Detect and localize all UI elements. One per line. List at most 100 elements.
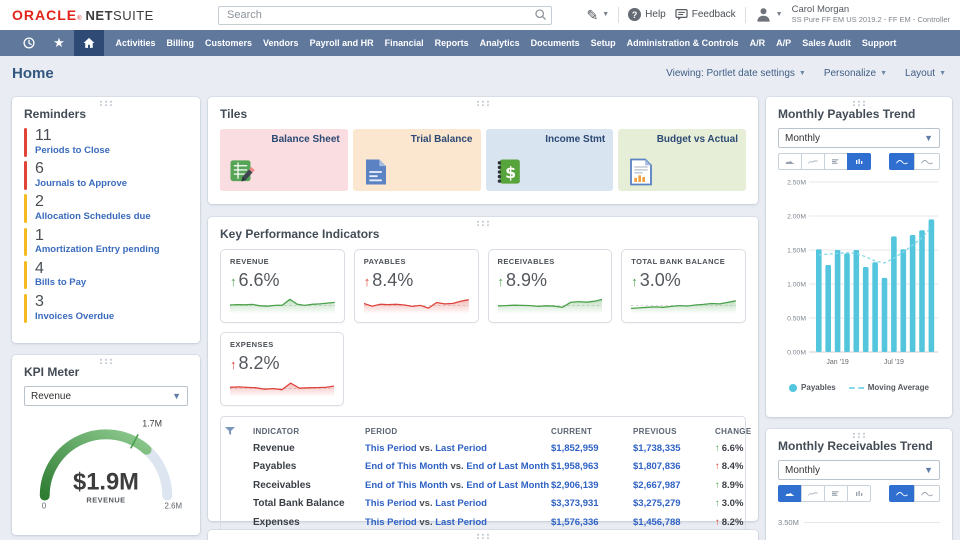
chart-type-area-button[interactable] bbox=[778, 153, 802, 170]
reminder-label[interactable]: Amortization Entry pending bbox=[35, 244, 160, 256]
chart-type-hbar-button[interactable] bbox=[824, 485, 848, 502]
column-header-previous[interactable]: PREVIOUS bbox=[633, 427, 715, 436]
chart-type-line-button[interactable] bbox=[801, 153, 825, 170]
recent-records-button[interactable] bbox=[14, 30, 44, 56]
create-new-menu[interactable]: ✎ ▼ bbox=[587, 8, 610, 22]
period-cell[interactable]: This Period vs. Last Period bbox=[365, 517, 551, 528]
tile-trial-balance[interactable]: Trial Balance bbox=[352, 129, 481, 191]
shortcuts-button[interactable]: ★ bbox=[44, 30, 74, 56]
column-header-indicator[interactable]: INDICATOR bbox=[253, 427, 365, 436]
current-cell[interactable]: $1,852,959 bbox=[551, 443, 633, 454]
reminder-item-periods-to-close[interactable]: 11 Periods to Close bbox=[24, 127, 188, 157]
nav-item-financial[interactable]: Financial bbox=[379, 30, 429, 56]
feedback-button[interactable]: Feedback bbox=[675, 8, 736, 21]
chart-type-vbar-button[interactable] bbox=[847, 485, 871, 502]
reminder-item-journals-to-approve[interactable]: 6 Journals to Approve bbox=[24, 160, 188, 190]
chart-type-area-button[interactable] bbox=[778, 485, 802, 502]
search-input[interactable] bbox=[218, 5, 552, 25]
drag-handle[interactable] bbox=[851, 432, 867, 438]
search-icon[interactable] bbox=[534, 8, 547, 21]
reminder-label[interactable]: Invoices Overdue bbox=[35, 311, 114, 323]
viewing-portlet-date-settings-menu[interactable]: Viewing: Portlet date settings ▼ bbox=[666, 68, 806, 79]
nav-item-activities[interactable]: Activities bbox=[110, 30, 161, 56]
payables-bar[interactable] bbox=[900, 249, 907, 352]
nav-item-a-r[interactable]: A/R bbox=[744, 30, 771, 56]
current-cell[interactable]: $1,958,963 bbox=[551, 461, 633, 472]
payables-bar[interactable] bbox=[891, 236, 897, 352]
receivables-period-select[interactable]: Monthly ▼ bbox=[778, 460, 940, 480]
nav-item-sales-audit[interactable]: Sales Audit bbox=[797, 30, 857, 56]
payables-bar[interactable] bbox=[862, 267, 869, 352]
nav-item-support[interactable]: Support bbox=[856, 30, 902, 56]
trendline-option-1-button[interactable] bbox=[889, 153, 915, 170]
tile-income-stmt[interactable]: Income Stmt $ bbox=[485, 129, 614, 191]
current-cell[interactable]: $1,576,336 bbox=[551, 517, 633, 528]
previous-cell[interactable]: $1,738,335 bbox=[633, 443, 715, 454]
period-cell[interactable]: This Period vs. Last Period bbox=[365, 443, 551, 454]
nav-item-documents[interactable]: Documents bbox=[525, 30, 585, 56]
payables-bar[interactable] bbox=[909, 235, 916, 352]
drag-handle[interactable] bbox=[475, 220, 491, 226]
previous-cell[interactable]: $1,807,836 bbox=[633, 461, 715, 472]
table-row-receivables[interactable]: Receivables End of This Month vs. End of … bbox=[221, 476, 745, 495]
kpi-card-total-bank-balance[interactable]: TOTAL BANK BALANCE ↑ 3.0% bbox=[621, 249, 746, 323]
reminder-label[interactable]: Periods to Close bbox=[35, 145, 110, 157]
kpi-card-receivables[interactable]: RECEIVABLES ↑ 8.9% bbox=[487, 249, 613, 323]
payables-bar[interactable] bbox=[872, 262, 878, 352]
nav-item-setup[interactable]: Setup bbox=[585, 30, 621, 56]
drag-handle[interactable] bbox=[475, 100, 491, 106]
payables-bar[interactable] bbox=[919, 230, 925, 352]
reminder-item-allocation-schedules-due[interactable]: 2 Allocation Schedules due bbox=[24, 194, 188, 224]
table-row-payables[interactable]: Payables End of This Month vs. End of Las… bbox=[221, 458, 745, 477]
previous-cell[interactable]: $2,667,987 bbox=[633, 480, 715, 491]
previous-cell[interactable]: $1,456,788 bbox=[633, 517, 715, 528]
trendline-option-1-button[interactable] bbox=[889, 485, 915, 502]
payables-bar[interactable] bbox=[825, 265, 831, 352]
nav-item-payroll-and-hr[interactable]: Payroll and HR bbox=[304, 30, 379, 56]
chart-type-hbar-button[interactable] bbox=[824, 153, 848, 170]
reminder-label[interactable]: Bills to Pay bbox=[35, 277, 86, 289]
layout-menu[interactable]: Layout ▼ bbox=[905, 68, 946, 79]
payables-bar[interactable] bbox=[844, 253, 850, 352]
period-cell[interactable]: End of This Month vs. End of Last Month bbox=[365, 480, 551, 491]
kpi-card-expenses[interactable]: EXPENSES ↑ 8.2% bbox=[220, 332, 344, 406]
netsuite-logo[interactable]: ORACLE ® NET SUITE bbox=[0, 7, 218, 23]
tile-balance-sheet[interactable]: Balance Sheet bbox=[220, 129, 348, 191]
table-row-expenses[interactable]: Expenses This Period vs. Last Period $1,57… bbox=[221, 513, 745, 532]
nav-item-reports[interactable]: Reports bbox=[429, 30, 474, 56]
help-button[interactable]: ? Help bbox=[628, 8, 666, 22]
nav-item-customers[interactable]: Customers bbox=[200, 30, 258, 56]
nav-item-administration-controls[interactable]: Administration & Controls bbox=[621, 30, 744, 56]
tile-budget-vs-actual[interactable]: Budget vs Actual bbox=[618, 129, 746, 191]
payables-bar[interactable] bbox=[928, 219, 935, 352]
filter-funnel-icon[interactable] bbox=[225, 427, 235, 435]
reminder-label[interactable]: Journals to Approve bbox=[35, 178, 127, 190]
drag-handle[interactable] bbox=[851, 100, 867, 106]
nav-item-a-p[interactable]: A/P bbox=[771, 30, 797, 56]
home-tab[interactable] bbox=[74, 30, 104, 56]
kpi-meter-select[interactable]: Revenue ▼ bbox=[24, 386, 188, 406]
nav-item-billing[interactable]: Billing bbox=[161, 30, 200, 56]
current-cell[interactable]: $3,373,931 bbox=[551, 498, 633, 509]
kpi-card-payables[interactable]: PAYABLES ↑ 8.4% bbox=[353, 249, 479, 323]
payables-bar[interactable] bbox=[816, 249, 822, 352]
reminder-item-amortization-entry-pending[interactable]: 1 Amortization Entry pending bbox=[24, 227, 188, 257]
chart-type-vbar-button[interactable] bbox=[847, 153, 871, 170]
period-cell[interactable]: End of This Month vs. End of Last Month bbox=[365, 461, 551, 472]
trendline-option-2-button[interactable] bbox=[914, 485, 940, 502]
reminder-item-bills-to-pay[interactable]: 4 Bills to Pay bbox=[24, 260, 188, 290]
table-row-revenue[interactable]: Revenue This Period vs. Last Period $1,852… bbox=[221, 439, 745, 458]
column-header-change[interactable]: CHANGE bbox=[715, 427, 773, 436]
personalize-menu[interactable]: Personalize ▼ bbox=[824, 68, 887, 79]
chart-type-line-button[interactable] bbox=[801, 485, 825, 502]
reminder-label[interactable]: Allocation Schedules due bbox=[35, 211, 151, 223]
payables-period-select[interactable]: Monthly ▼ bbox=[778, 128, 940, 148]
user-menu[interactable]: ▼ bbox=[755, 6, 783, 23]
column-header-period[interactable]: PERIOD bbox=[365, 427, 551, 436]
reminder-item-invoices-overdue[interactable]: 3 Invoices Overdue bbox=[24, 293, 188, 323]
column-header-current[interactable]: CURRENT bbox=[551, 427, 633, 436]
current-cell[interactable]: $2,906,139 bbox=[551, 480, 633, 491]
drag-handle[interactable] bbox=[98, 100, 114, 106]
kpi-card-revenue[interactable]: REVENUE ↑ 6.6% bbox=[220, 249, 345, 323]
nav-item-analytics[interactable]: Analytics bbox=[474, 30, 525, 56]
